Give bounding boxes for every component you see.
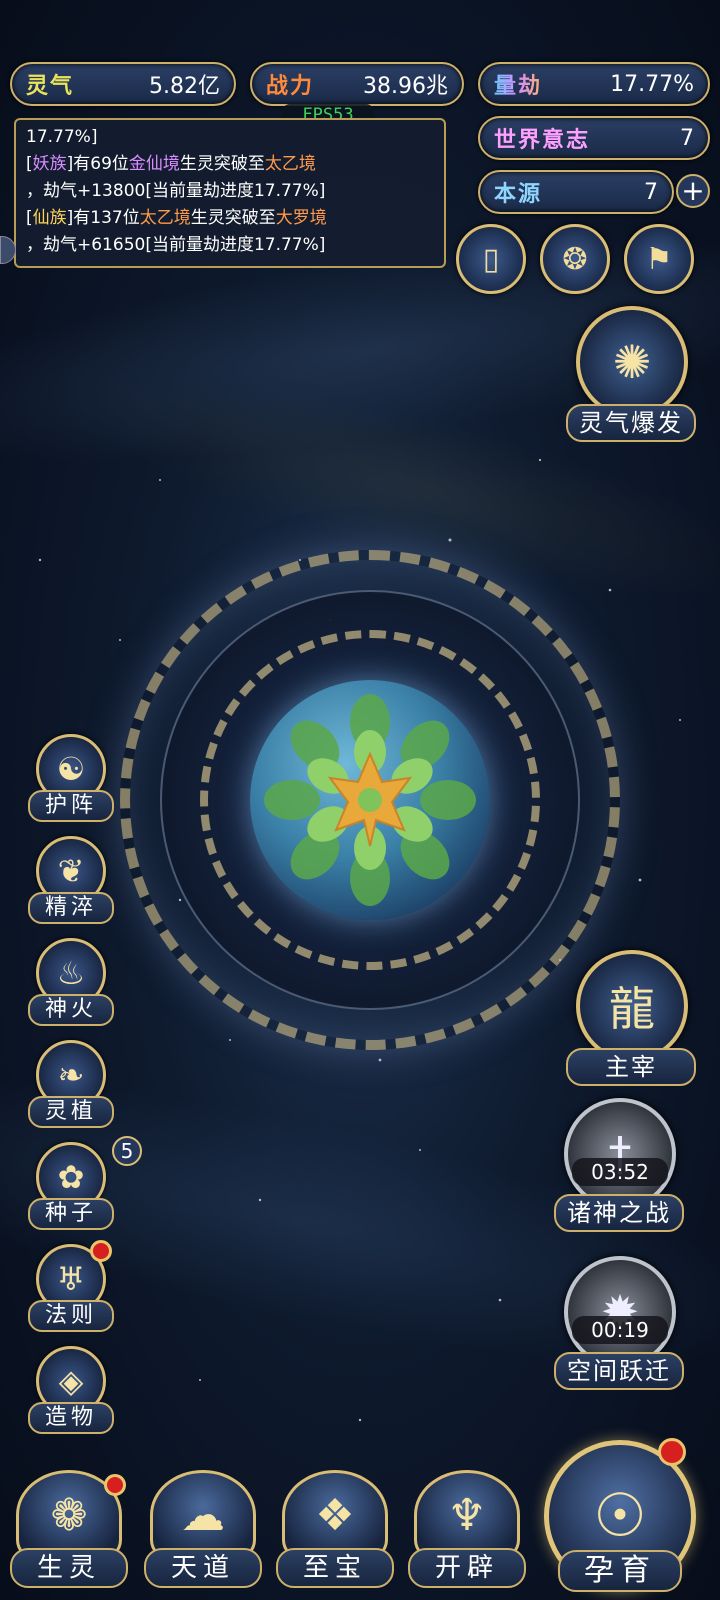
side-button-label: 神火 bbox=[28, 994, 114, 1026]
zhuzai-button[interactable]: 龍 主宰 bbox=[566, 950, 696, 1092]
vortex-icon-button[interactable]: ❂ bbox=[540, 224, 610, 294]
burst-label: 灵气爆发 bbox=[566, 404, 696, 442]
cloud-swirl-icon: ☁ bbox=[150, 1470, 256, 1560]
log-text: ]有137位 bbox=[66, 208, 140, 228]
kongjian-label: 空间跃迁 bbox=[554, 1352, 684, 1390]
log-line: ，劫气+61650[当前量劫进度17.77%] bbox=[26, 235, 326, 255]
nav-zhibao[interactable]: ❖ 至宝 bbox=[276, 1470, 394, 1592]
treasure-icon: ❖ bbox=[282, 1470, 388, 1560]
side-button-jingcui[interactable]: ❦ 精淬 bbox=[28, 836, 114, 932]
dragon-icon: 龍 bbox=[576, 950, 688, 1062]
log-entry: [仙族]有137位太乙境生灵突破至大罗境 bbox=[26, 205, 434, 232]
side-button-label: 造物 bbox=[28, 1402, 114, 1434]
side-button-faze[interactable]: ♅ 法则 bbox=[28, 1240, 114, 1340]
nav-label: 开辟 bbox=[408, 1548, 526, 1588]
liangjie-value: 17.77% bbox=[610, 71, 694, 97]
side-button-label: 法则 bbox=[28, 1300, 114, 1332]
nav-kaipi[interactable]: ♆ 开辟 bbox=[408, 1470, 526, 1592]
benyuan-label: 本源 bbox=[494, 182, 543, 207]
notification-dot bbox=[90, 1240, 112, 1262]
log-line: 17.77%] bbox=[26, 127, 98, 147]
burst-icon: ✺ bbox=[576, 306, 688, 418]
side-button-zaowu[interactable]: ◈ 造物 bbox=[28, 1346, 114, 1442]
log-line: ，劫气+13800[当前量劫进度17.77%] bbox=[26, 181, 326, 201]
side-button-label: 种子 bbox=[28, 1198, 114, 1230]
zhanli-value: 38.96兆 bbox=[363, 74, 448, 99]
lotus-icon bbox=[264, 694, 476, 906]
nav-label: 生灵 bbox=[10, 1548, 128, 1588]
lingqi-label: 灵气 bbox=[26, 74, 75, 99]
liangjie-stat[interactable]: 量劫 17.77% bbox=[478, 62, 710, 106]
nav-tiandao[interactable]: ☁ 天道 bbox=[144, 1470, 262, 1592]
benyuan-stat[interactable]: 本源 7 bbox=[478, 170, 674, 214]
flag-icon-button[interactable]: ⚑ bbox=[624, 224, 694, 294]
log-realm: 太乙境 bbox=[264, 154, 316, 174]
benyuan-add-button[interactable]: + bbox=[676, 174, 710, 208]
side-button-label: 灵植 bbox=[28, 1096, 114, 1128]
world-will-label: 世界意志 bbox=[494, 128, 591, 153]
zhanli-label: 战力 bbox=[266, 74, 315, 99]
lingqi-burst-button[interactable]: ✺ 灵气爆发 bbox=[566, 306, 696, 446]
log-text: ]有69位 bbox=[66, 154, 129, 174]
zhushen-button[interactable]: † 03:52 诸神之战 bbox=[554, 1098, 684, 1238]
card-icon-button[interactable]: ▯ bbox=[456, 224, 526, 294]
kongjian-button[interactable]: ✹ 00:19 空间跃迁 bbox=[554, 1256, 684, 1396]
yunyu-button[interactable]: ☉ 孕育 bbox=[540, 1438, 700, 1600]
log-realm: 金仙境 bbox=[128, 154, 180, 174]
zhushen-label: 诸神之战 bbox=[554, 1194, 684, 1232]
lingqi-value: 5.82亿 bbox=[149, 74, 220, 99]
lingqi-stat[interactable]: 灵气 5.82亿 bbox=[10, 62, 236, 106]
side-button-label: 护阵 bbox=[28, 790, 114, 822]
log-realm: 大罗境 bbox=[275, 208, 327, 228]
log-text: 生灵突破至 bbox=[179, 154, 265, 174]
log-faction: 仙族 bbox=[32, 208, 67, 228]
side-button-label: 精淬 bbox=[28, 892, 114, 924]
side-button-huzhen[interactable]: ☯ 护阵 bbox=[28, 734, 114, 830]
side-button-lingzhi[interactable]: ❧ 灵植 bbox=[28, 1040, 114, 1136]
flag-icon: ⚑ bbox=[645, 241, 673, 277]
benyuan-value: 7 bbox=[644, 179, 658, 205]
log-bracket: [ bbox=[26, 154, 33, 174]
blade-fan-icon: ♆ bbox=[414, 1470, 520, 1560]
log-bracket: [ bbox=[26, 208, 33, 228]
kongjian-timer: 00:19 bbox=[572, 1316, 668, 1344]
log-faction: 妖族 bbox=[32, 154, 67, 174]
vortex-icon: ❂ bbox=[562, 241, 588, 277]
nav-shengling[interactable]: ❁ 生灵 bbox=[10, 1470, 128, 1592]
nav-label: 天道 bbox=[144, 1548, 262, 1588]
side-button-zhongzi[interactable]: ✿ 种子 5 bbox=[28, 1136, 142, 1238]
log-text: 生灵突破至 bbox=[190, 208, 276, 228]
card-icon: ▯ bbox=[482, 241, 500, 277]
zhuzai-label: 主宰 bbox=[566, 1048, 696, 1086]
zhanli-stat[interactable]: 战力 38.96兆 bbox=[250, 62, 464, 106]
notification-dot bbox=[104, 1474, 126, 1496]
notification-dot bbox=[658, 1438, 686, 1466]
log-realm: 太乙境 bbox=[139, 208, 191, 228]
liangjie-label: 量劫 bbox=[494, 68, 542, 100]
world-will-value: 7 bbox=[680, 125, 694, 151]
event-log[interactable]: 17.77%] [妖族]有69位金仙境生灵突破至太乙境 ，劫气+13800[当前… bbox=[14, 118, 446, 268]
log-entry: [妖族]有69位金仙境生灵突破至太乙境 bbox=[26, 151, 434, 178]
yunyu-label: 孕育 bbox=[558, 1550, 682, 1592]
nav-label: 至宝 bbox=[276, 1548, 394, 1588]
world-will-stat[interactable]: 世界意志 7 bbox=[478, 116, 710, 160]
seed-count-badge: 5 bbox=[112, 1136, 142, 1166]
zhushen-timer: 03:52 bbox=[572, 1158, 668, 1186]
side-button-shenhuo[interactable]: ♨ 神火 bbox=[28, 938, 114, 1034]
